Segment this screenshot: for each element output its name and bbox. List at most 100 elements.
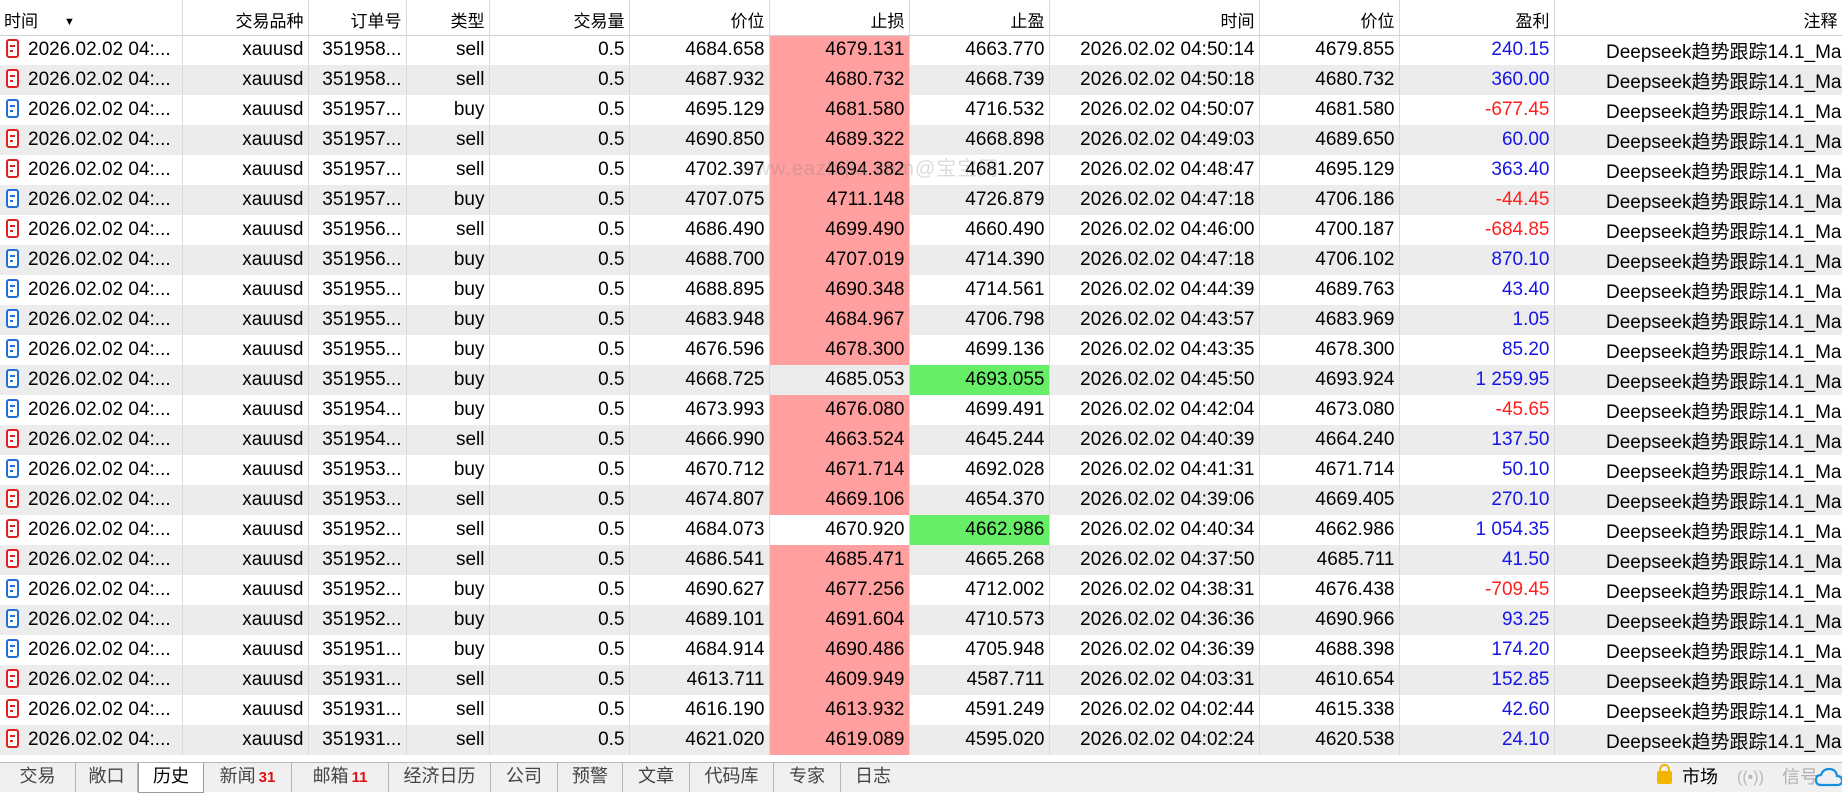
tab-history[interactable]: 历史 — [138, 763, 204, 793]
column-header-price[interactable]: 价位 — [629, 0, 770, 36]
table-row[interactable]: 2026.02.02 04:... xauusd 351954... sell 0.5 4… — [0, 425, 1842, 455]
table-row[interactable]: 2026.02.02 04:... xauusd 351956... buy 0.5 46… — [0, 245, 1842, 275]
tab-company-label: 公司 — [506, 766, 542, 786]
tab-experts[interactable]: 专家 — [774, 763, 841, 792]
tab-exposure[interactable]: 敞口 — [76, 763, 138, 792]
tab-journal[interactable]: 日志 — [841, 763, 905, 792]
column-header-symbol[interactable]: 交易品种 — [182, 0, 309, 36]
cell-open-price: 4684.914 — [629, 635, 770, 665]
table-row[interactable]: 2026.02.02 04:... xauusd 351953... buy 0.5 46… — [0, 455, 1842, 485]
cell-symbol: xauusd — [182, 485, 309, 515]
cloud-icon[interactable] — [1815, 767, 1842, 789]
cell-take-profit: 4699.136 — [909, 335, 1050, 365]
cell-profit: 174.20 — [1399, 635, 1555, 665]
cell-volume: 0.5 — [489, 485, 630, 515]
buy-order-icon — [6, 579, 19, 598]
column-header-close-price[interactable]: 价位 — [1259, 0, 1400, 36]
table-row[interactable]: 2026.02.02 04:... xauusd 351955... buy 0.5 46… — [0, 275, 1842, 305]
table-row[interactable]: 2026.02.02 04:... xauusd 351957... sell 0.5 4… — [0, 125, 1842, 155]
cell-symbol: xauusd — [182, 335, 309, 365]
tab-code-base[interactable]: 代码库 — [690, 763, 774, 792]
buy-order-icon — [6, 639, 19, 658]
cell-symbol: xauusd — [182, 275, 309, 305]
tab-company[interactable]: 公司 — [491, 763, 558, 792]
market-status[interactable]: 市场 — [1682, 763, 1718, 792]
cell-close-price: 4689.763 — [1259, 275, 1400, 305]
table-row[interactable]: 2026.02.02 04:... xauusd 351957... buy 0.5 46… — [0, 95, 1842, 125]
cell-comment: Deepseek趋势跟踪14.1_Ma — [1554, 305, 1842, 335]
column-header-tp[interactable]: 止盈 — [909, 0, 1050, 36]
cell-stop-loss: 4691.604 — [769, 605, 910, 635]
table-row[interactable]: 2026.02.02 04:... xauusd 351952... sell 0.5 4… — [0, 545, 1842, 575]
cell-volume: 0.5 — [489, 635, 630, 665]
cell-stop-loss: 4669.106 — [769, 485, 910, 515]
tab-news[interactable]: 新闻 31 — [204, 763, 292, 792]
table-row[interactable]: 2026.02.02 04:... xauusd 351955... buy 0.5 46… — [0, 305, 1842, 335]
tab-mailbox-label: 邮箱 — [312, 766, 349, 786]
cell-stop-loss: 4676.080 — [769, 395, 910, 425]
cell-type: buy — [406, 395, 490, 425]
table-row[interactable]: 2026.02.02 04:... xauusd 351956... sell 0.5 4… — [0, 215, 1842, 245]
sort-desc-icon[interactable]: ▼ — [64, 16, 75, 28]
table-row[interactable]: 2026.02.02 04:... xauusd 351952... buy 0.5 46… — [0, 605, 1842, 635]
column-header-ticket[interactable]: 订单号 — [308, 0, 407, 36]
table-row[interactable]: 2026.02.02 04:... xauusd 351952... buy 0.5 46… — [0, 575, 1842, 605]
tab-articles[interactable]: 文章 — [623, 763, 690, 792]
column-header-profit[interactable]: 盈利 — [1399, 0, 1555, 36]
cell-type: sell — [406, 485, 490, 515]
cell-type: sell — [406, 425, 490, 455]
table-row[interactable]: 2026.02.02 04:... xauusd 351931... sell 0.5 4… — [0, 725, 1842, 755]
cell-close-price: 4706.186 — [1259, 185, 1400, 215]
tab-alerts[interactable]: 预警 — [558, 763, 623, 792]
column-header-comment[interactable]: 注释 — [1554, 0, 1842, 36]
column-header-time-label: 时间 — [4, 11, 38, 31]
cell-profit: 240.15 — [1399, 35, 1555, 65]
column-header-type[interactable]: 类型 — [406, 0, 490, 36]
cell-volume: 0.5 — [489, 665, 630, 695]
cell-symbol: xauusd — [182, 35, 309, 65]
cell-comment: Deepseek趋势跟踪14.1_Ma — [1554, 335, 1842, 365]
table-row[interactable]: 2026.02.02 04:... xauusd 351952... sell 0.5 4… — [0, 515, 1842, 545]
column-header-sl[interactable]: 止损 — [769, 0, 910, 36]
table-row[interactable]: 2026.02.02 04:... xauusd 351958... sell 0.5 4… — [0, 35, 1842, 65]
tab-mailbox[interactable]: 邮箱 11 — [292, 763, 389, 792]
column-header-time[interactable]: 时间 ▼ — [0, 0, 183, 36]
table-row[interactable]: 2026.02.02 04:... xauusd 351955... buy 0.5 46… — [0, 335, 1842, 365]
cell-open-time: 2026.02.02 04:... — [0, 185, 183, 215]
cell-profit: 270.10 — [1399, 485, 1555, 515]
open-time-text: 2026.02.02 04:... — [28, 159, 171, 180]
cell-stop-loss: 4677.256 — [769, 575, 910, 605]
table-row[interactable]: 2026.02.02 04:... xauusd 351951... buy 0.5 46… — [0, 635, 1842, 665]
open-time-text: 2026.02.02 04:... — [28, 69, 171, 90]
cell-comment: Deepseek趋势跟踪14.1_Ma — [1554, 365, 1842, 395]
table-row[interactable]: 2026.02.02 04:... xauusd 351953... sell 0.5 4… — [0, 485, 1842, 515]
cell-type: buy — [406, 635, 490, 665]
cell-take-profit: 4660.490 — [909, 215, 1050, 245]
table-row[interactable]: 2026.02.02 04:... xauusd 351957... sell 0.5 4… — [0, 155, 1842, 185]
cell-profit: 1 054.35 — [1399, 515, 1555, 545]
cell-take-profit: 4716.532 — [909, 95, 1050, 125]
table-row[interactable]: 2026.02.02 04:... xauusd 351955... buy 0.5 46… — [0, 365, 1842, 395]
tab-experts-label: 专家 — [789, 766, 825, 786]
open-time-text: 2026.02.02 04:... — [28, 729, 171, 750]
cell-volume: 0.5 — [489, 215, 630, 245]
cell-volume: 0.5 — [489, 95, 630, 125]
column-header-volume[interactable]: 交易量 — [489, 0, 630, 36]
table-row[interactable]: 2026.02.02 04:... xauusd 351954... buy 0.5 46… — [0, 395, 1842, 425]
signals-status[interactable]: 信号 — [1782, 763, 1818, 792]
tab-economic-calendar[interactable]: 经济日历 — [389, 763, 491, 792]
table-row[interactable]: 2026.02.02 04:... xauusd 351931... sell 0.5 4… — [0, 695, 1842, 725]
table-row[interactable]: 2026.02.02 04:... xauusd 351957... buy 0.5 47… — [0, 185, 1842, 215]
cell-ticket: 351955... — [308, 365, 407, 395]
cell-open-price: 4683.948 — [629, 305, 770, 335]
cell-close-time: 2026.02.02 04:48:47 — [1049, 155, 1260, 185]
table-row[interactable]: 2026.02.02 04:... xauusd 351958... sell 0.5 4… — [0, 65, 1842, 95]
tab-trade[interactable]: 交易 — [0, 763, 76, 792]
cell-type: buy — [406, 305, 490, 335]
cell-ticket: 351931... — [308, 665, 407, 695]
buy-order-icon — [6, 459, 19, 478]
column-header-close-time[interactable]: 时间 — [1049, 0, 1260, 36]
cell-ticket: 351957... — [308, 125, 407, 155]
table-row[interactable]: 2026.02.02 04:... xauusd 351931... sell 0.5 4… — [0, 665, 1842, 695]
cell-profit: 60.00 — [1399, 125, 1555, 155]
